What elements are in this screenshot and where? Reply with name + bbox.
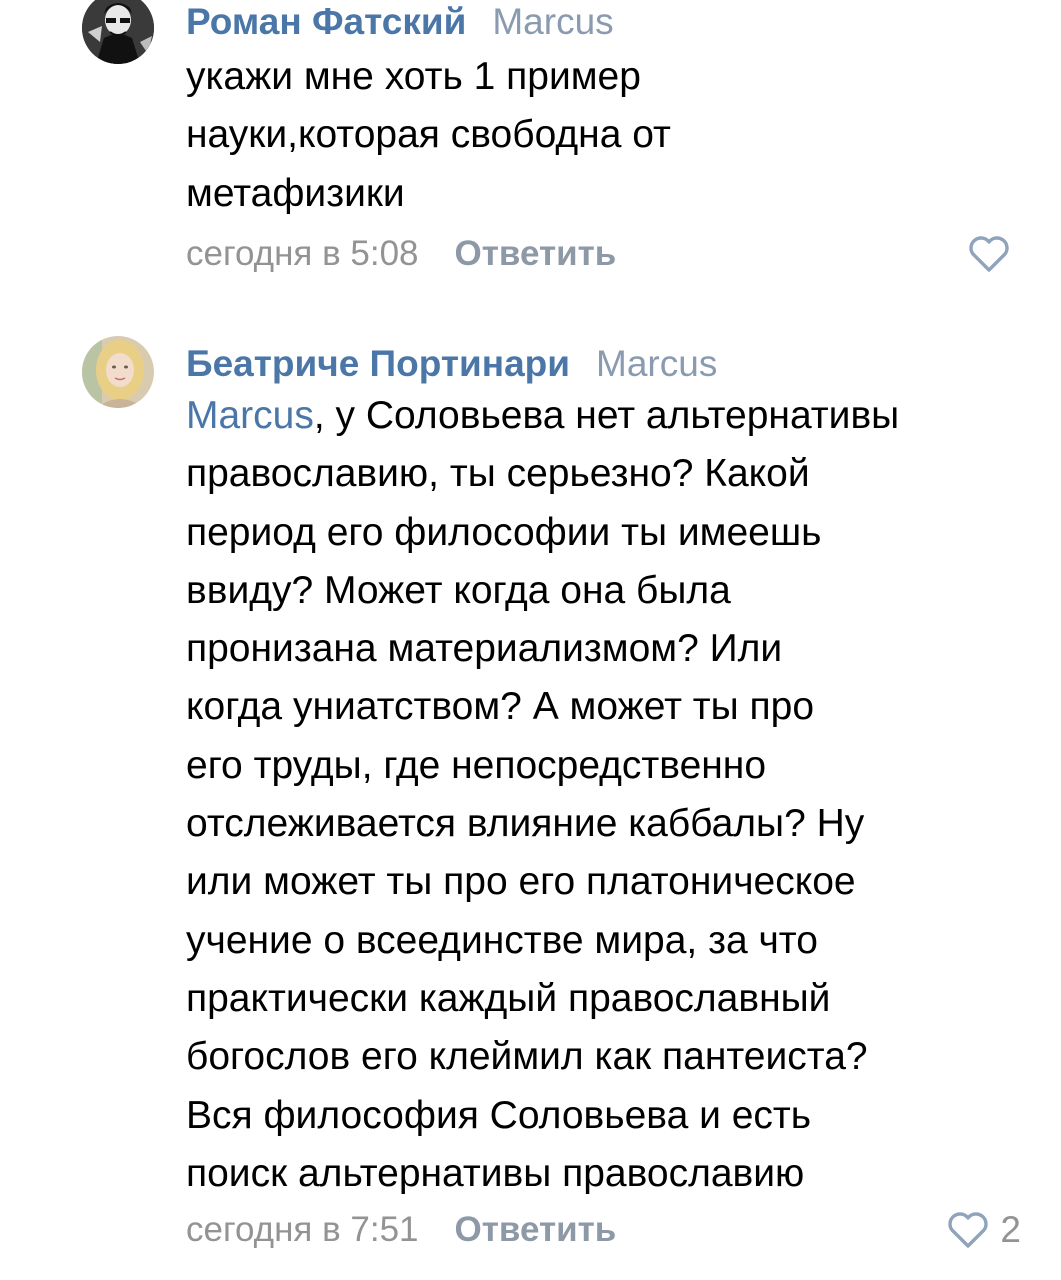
comment-footer: сегодня в 5:08 Ответить	[186, 229, 1021, 279]
comment-timestamp: сегодня в 7:51	[186, 1210, 419, 1250]
comment-timestamp: сегодня в 5:08	[186, 233, 419, 273]
reply-button[interactable]: Ответить	[455, 234, 617, 273]
author-name[interactable]: Беатриче Портинари	[186, 343, 570, 384]
comment-text: Marcus, у Соловьева нет альтернативы пра…	[186, 387, 1021, 1203]
avatar-roman[interactable]	[82, 0, 154, 64]
author-name[interactable]: Роман Фатский	[186, 1, 466, 42]
mention-link[interactable]: Marcus	[186, 394, 314, 437]
comment-header: Роман Фатский Marcus	[186, 0, 1021, 44]
comment-header: Беатриче Портинари Marcus	[186, 342, 1021, 386]
reply-button[interactable]: Ответить	[455, 1210, 617, 1249]
heart-outline-icon	[948, 1212, 989, 1248]
like-count: 2	[1000, 1209, 1021, 1251]
like-button[interactable]: 2	[946, 1205, 1021, 1255]
heart-outline-icon	[969, 236, 1009, 272]
like-button[interactable]	[967, 229, 1021, 279]
bw-portrait-avatar-icon	[82, 0, 154, 64]
comment-text: укажи мне хоть 1 пример науки,которая св…	[186, 55, 671, 215]
woman-portrait-avatar-icon	[82, 336, 154, 408]
reply-to-name[interactable]: Marcus	[596, 343, 717, 384]
avatar-beatrice[interactable]	[82, 336, 154, 408]
comment-footer: сегодня в 7:51 Ответить 2	[186, 1205, 1021, 1255]
comment-text-body: , у Соловьева нет альтернативы православ…	[186, 394, 900, 1195]
reply-to-name[interactable]: Marcus	[492, 1, 613, 42]
